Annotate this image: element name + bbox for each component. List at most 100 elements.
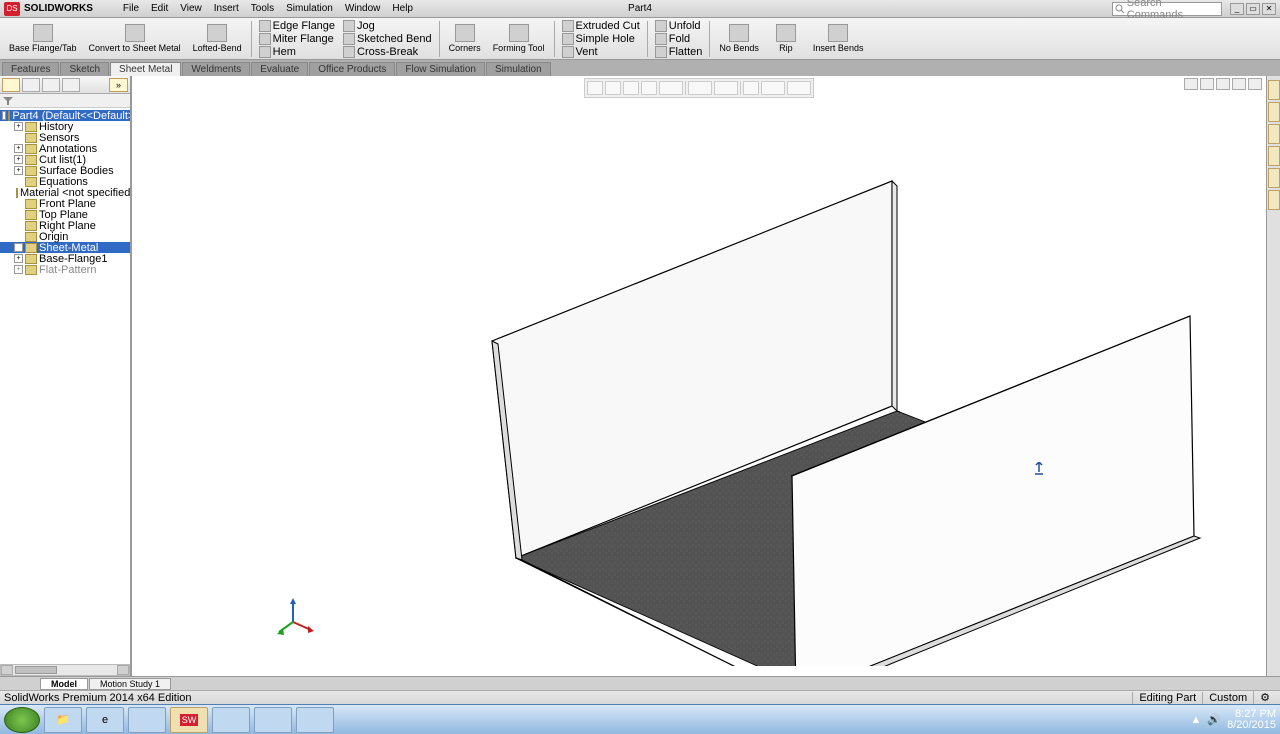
tab-simulation[interactable]: Simulation [486, 62, 551, 76]
tab-weldments[interactable]: Weldments [182, 62, 250, 76]
tree-tab-dimxpert[interactable] [62, 78, 80, 92]
menu-view[interactable]: View [180, 3, 202, 14]
unfold-button[interactable]: Unfold [652, 19, 706, 32]
doc-display-button[interactable] [1184, 78, 1198, 90]
menu-edit[interactable]: Edit [151, 3, 168, 14]
view-orientation-button[interactable] [659, 81, 683, 95]
task-pane-tab-file-explorer[interactable] [1268, 124, 1280, 144]
base-flange-button[interactable]: Base Flange/Tab [4, 20, 82, 58]
graphics-viewport[interactable] [132, 76, 1266, 676]
tree-node[interactable]: Right Plane [0, 220, 130, 231]
rip-button[interactable]: Rip [766, 20, 806, 58]
jog-button[interactable]: Jog [340, 19, 435, 32]
tab-evaluate[interactable]: Evaluate [251, 62, 308, 76]
tab-flow-simulation[interactable]: Flow Simulation [396, 62, 485, 76]
menu-window[interactable]: Window [345, 3, 381, 14]
task-pane-tab-design-library[interactable] [1268, 102, 1280, 122]
expander-icon[interactable]: + [14, 166, 23, 175]
clock-date[interactable]: 8/20/2015 [1227, 720, 1276, 731]
corners-button[interactable]: Corners [444, 20, 486, 58]
tree-node[interactable]: +Cut list(1) [0, 154, 130, 165]
tree-tab-feature-manager[interactable] [2, 78, 20, 92]
btab-motion-study[interactable]: Motion Study 1 [89, 678, 171, 690]
flatten-button[interactable]: Flatten [652, 45, 706, 58]
search-commands[interactable]: Search Commands [1112, 2, 1222, 16]
sketched-bend-button[interactable]: Sketched Bend [340, 32, 435, 45]
edit-appearance-button[interactable] [743, 81, 759, 95]
scroll-thumb[interactable] [15, 666, 57, 674]
view-triad[interactable] [277, 596, 317, 636]
no-bends-button[interactable]: No Bends [714, 20, 764, 58]
tree-node[interactable]: Equations [0, 176, 130, 187]
apply-scene-button[interactable] [761, 81, 785, 95]
task-pane-tab-appearances[interactable] [1268, 168, 1280, 188]
display-style-button[interactable] [688, 81, 712, 95]
fold-button[interactable]: Fold [652, 32, 706, 45]
tree-tab-property-manager[interactable] [22, 78, 40, 92]
expander-icon[interactable]: + [14, 254, 23, 263]
expander-icon[interactable]: + [14, 243, 23, 252]
expander-icon[interactable]: - [2, 111, 6, 120]
hem-button[interactable]: Hem [256, 45, 338, 58]
tree-filter-bar[interactable] [0, 94, 130, 108]
status-options-icon[interactable]: ⚙ [1253, 691, 1276, 704]
btab-model[interactable]: Model [40, 678, 88, 690]
tab-features[interactable]: Features [2, 62, 59, 76]
doc-minimize-button[interactable] [1216, 78, 1230, 90]
doc-restore-button[interactable] [1232, 78, 1246, 90]
tree-node[interactable]: +Sheet-Metal [0, 242, 130, 253]
menu-file[interactable]: File [123, 3, 139, 14]
tree-tab-display[interactable]: » [109, 78, 128, 92]
minimize-button[interactable]: _ [1230, 3, 1244, 15]
lofted-bend-button[interactable]: Lofted-Bend [188, 20, 247, 58]
tab-sheet-metal[interactable]: Sheet Metal [110, 62, 181, 76]
extruded-cut-button[interactable]: Extruded Cut [559, 19, 643, 32]
convert-sheet-metal-button[interactable]: Convert to Sheet Metal [84, 20, 186, 58]
menu-simulation[interactable]: Simulation [286, 3, 333, 14]
tree-node[interactable]: Sensors [0, 132, 130, 143]
restore-button[interactable]: ▭ [1246, 3, 1260, 15]
menu-insert[interactable]: Insert [214, 3, 239, 14]
hide-show-button[interactable] [714, 81, 738, 95]
tree-node[interactable]: Material <not specified> [0, 187, 130, 198]
tree-node[interactable]: -Part4 (Default<<Default>_Displ [0, 110, 130, 121]
menu-tools[interactable]: Tools [251, 3, 274, 14]
status-units[interactable]: Custom [1202, 692, 1253, 704]
tree-node[interactable]: +History [0, 121, 130, 132]
expander-icon[interactable]: + [14, 122, 23, 131]
close-button[interactable]: ✕ [1262, 3, 1276, 15]
menu-help[interactable]: Help [392, 3, 413, 14]
task-pane-tab-custom-props[interactable] [1268, 190, 1280, 210]
task-pane-tab-resources[interactable] [1268, 80, 1280, 100]
tree-node[interactable]: Top Plane [0, 209, 130, 220]
scroll-left-button[interactable] [1, 665, 13, 675]
forming-tool-button[interactable]: Forming Tool [488, 20, 550, 58]
miter-flange-button[interactable]: Miter Flange [256, 32, 338, 45]
tab-sketch[interactable]: Sketch [60, 62, 109, 76]
clock-time[interactable]: 8:27 PM [1227, 709, 1276, 720]
doc-display-button-2[interactable] [1200, 78, 1214, 90]
view-settings-button[interactable] [787, 81, 811, 95]
prev-view-button[interactable] [623, 81, 639, 95]
zoom-fit-button[interactable] [587, 81, 603, 95]
edge-flange-button[interactable]: Edge Flange [256, 19, 338, 32]
task-pane-tab-view-palette[interactable] [1268, 146, 1280, 166]
feature-tree[interactable]: -Part4 (Default<<Default>_Displ+HistoryS… [0, 108, 130, 664]
expander-icon[interactable]: + [14, 144, 23, 153]
zoom-area-button[interactable] [605, 81, 621, 95]
tree-node[interactable]: +Surface Bodies [0, 165, 130, 176]
simple-hole-button[interactable]: Simple Hole [559, 32, 643, 45]
tree-hscroll[interactable] [0, 664, 130, 676]
tree-node[interactable]: Origin [0, 231, 130, 242]
doc-close-button[interactable] [1248, 78, 1262, 90]
insert-bends-button[interactable]: Insert Bends [808, 20, 869, 58]
tree-node[interactable]: +Flat-Pattern [0, 264, 130, 275]
tree-node[interactable]: +Base-Flange1 [0, 253, 130, 264]
expander-icon[interactable]: + [14, 155, 23, 164]
vent-button[interactable]: Vent [559, 45, 643, 58]
cross-break-button[interactable]: Cross-Break [340, 45, 435, 58]
tree-tab-configuration[interactable] [42, 78, 60, 92]
tree-node[interactable]: +Annotations [0, 143, 130, 154]
tab-office-products[interactable]: Office Products [309, 62, 395, 76]
expander-icon[interactable]: + [14, 265, 23, 274]
